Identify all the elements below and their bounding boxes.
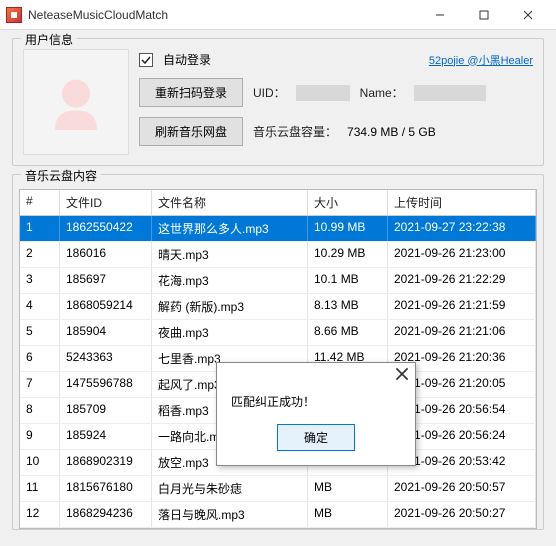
table-row[interactable]: 2186016晴天.mp310.29 MB2021-09-26 21:23:00 <box>20 242 536 268</box>
cell-id: 185697 <box>60 268 152 293</box>
maximize-button[interactable] <box>462 1 506 29</box>
cell-id: 186016 <box>60 242 152 267</box>
table-header: # 文件ID 文件名称 大小 上传时间 <box>20 190 536 216</box>
cell-name: 这世界那么多人.mp3 <box>152 216 308 241</box>
cell-idx: 5 <box>20 320 60 345</box>
cell-time: 2021-09-26 21:21:59 <box>388 294 536 319</box>
cell-size: 10.29 MB <box>308 242 388 267</box>
cell-idx: 7 <box>20 372 60 397</box>
cell-idx: 10 <box>20 450 60 475</box>
cell-id: 1868059214 <box>60 294 152 319</box>
cell-id: 1868294236 <box>60 502 152 527</box>
cell-name: 白月光与朱砂痣 <box>152 476 308 501</box>
cell-time: 2021-09-26 21:22:29 <box>388 268 536 293</box>
cell-id: 5243363 <box>60 346 152 371</box>
cell-name: 晴天.mp3 <box>152 242 308 267</box>
cell-size: MB <box>308 502 388 527</box>
cell-idx: 9 <box>20 424 60 449</box>
table-row[interactable]: 41868059214解药 (新版).mp38.13 MB2021-09-26 … <box>20 294 536 320</box>
cell-idx: 6 <box>20 346 60 371</box>
cell-id: 185904 <box>60 320 152 345</box>
dialog-ok-button[interactable]: 确定 <box>277 424 355 451</box>
cell-size: 8.13 MB <box>308 294 388 319</box>
cell-time: 2021-09-26 20:50:27 <box>388 502 536 527</box>
cloud-content-group: 音乐云盘内容 # 文件ID 文件名称 大小 上传时间 11862550422这世… <box>12 174 544 530</box>
cell-name: 花海.mp3 <box>152 268 308 293</box>
cell-idx: 1 <box>20 216 60 241</box>
close-button[interactable] <box>506 1 550 29</box>
auto-login-label: 自动登录 <box>163 51 211 68</box>
cell-id: 1475596788 <box>60 372 152 397</box>
cell-name: 解药 (新版).mp3 <box>152 294 308 319</box>
table-row[interactable]: 3185697花海.mp310.1 MB2021-09-26 21:22:29 <box>20 268 536 294</box>
cloud-content-title: 音乐云盘内容 <box>21 167 101 184</box>
table-row[interactable]: 121868294236落日与晚风.mp3MB2021-09-26 20:50:… <box>20 502 536 528</box>
table-row[interactable]: 111815676180白月光与朱砂痣MB2021-09-26 20:50:57 <box>20 476 536 502</box>
rescan-login-button[interactable]: 重新扫码登录 <box>139 78 243 107</box>
dialog-message: 匹配纠正成功！ <box>217 385 415 424</box>
name-value <box>414 85 486 101</box>
cell-idx: 8 <box>20 398 60 423</box>
auto-login-checkbox[interactable] <box>139 53 153 67</box>
uid-value <box>296 85 350 101</box>
name-label: Name： <box>360 84 404 101</box>
cell-idx: 11 <box>20 476 60 501</box>
avatar <box>23 49 129 155</box>
col-index[interactable]: # <box>20 190 60 215</box>
capacity-label: 音乐云盘容量： <box>253 123 337 140</box>
user-info-group: 用户信息 自动登录 52pojie @小黑Healer 重新扫码登录 UID： … <box>12 38 544 166</box>
dialog-close-button[interactable] <box>395 367 409 381</box>
col-file-id[interactable]: 文件ID <box>60 190 152 215</box>
col-upload-time[interactable]: 上传时间 <box>388 190 536 215</box>
cell-time: 2021-09-27 23:22:38 <box>388 216 536 241</box>
cell-time: 2021-09-26 21:23:00 <box>388 242 536 267</box>
cell-id: 1815676180 <box>60 476 152 501</box>
cell-idx: 3 <box>20 268 60 293</box>
user-info-title: 用户信息 <box>21 31 77 48</box>
cell-id: 185709 <box>60 398 152 423</box>
cell-time: 2021-09-26 21:21:06 <box>388 320 536 345</box>
uid-label: UID： <box>253 84 286 101</box>
message-dialog: 匹配纠正成功！ 确定 <box>216 362 416 466</box>
cell-size: 8.66 MB <box>308 320 388 345</box>
cell-time: 2021-09-26 20:50:57 <box>388 476 536 501</box>
cell-idx: 2 <box>20 242 60 267</box>
titlebar: NeteaseMusicCloudMatch <box>0 0 556 30</box>
cell-id: 185924 <box>60 424 152 449</box>
capacity-value: 734.9 MB / 5 GB <box>347 125 436 139</box>
cell-idx: 12 <box>20 502 60 527</box>
table-row[interactable]: 5185904夜曲.mp38.66 MB2021-09-26 21:21:06 <box>20 320 536 346</box>
app-icon <box>6 7 22 23</box>
cell-id: 1862550422 <box>60 216 152 241</box>
cell-idx: 4 <box>20 294 60 319</box>
cloud-table: # 文件ID 文件名称 大小 上传时间 11862550422这世界那么多人.m… <box>19 189 537 529</box>
minimize-button[interactable] <box>418 1 462 29</box>
col-file-name[interactable]: 文件名称 <box>152 190 308 215</box>
cell-size: MB <box>308 476 388 501</box>
cell-size: 10.99 MB <box>308 216 388 241</box>
cell-name: 落日与晚风.mp3 <box>152 502 308 527</box>
cell-id: 1868902319 <box>60 450 152 475</box>
cell-name: 夜曲.mp3 <box>152 320 308 345</box>
window-title: NeteaseMusicCloudMatch <box>28 8 418 22</box>
credit-link[interactable]: 52pojie @小黑Healer <box>429 52 533 68</box>
refresh-cloud-button[interactable]: 刷新音乐网盘 <box>139 117 243 146</box>
table-row[interactable]: 11862550422这世界那么多人.mp310.99 MB2021-09-27… <box>20 216 536 242</box>
col-size[interactable]: 大小 <box>308 190 388 215</box>
cell-size: 10.1 MB <box>308 268 388 293</box>
